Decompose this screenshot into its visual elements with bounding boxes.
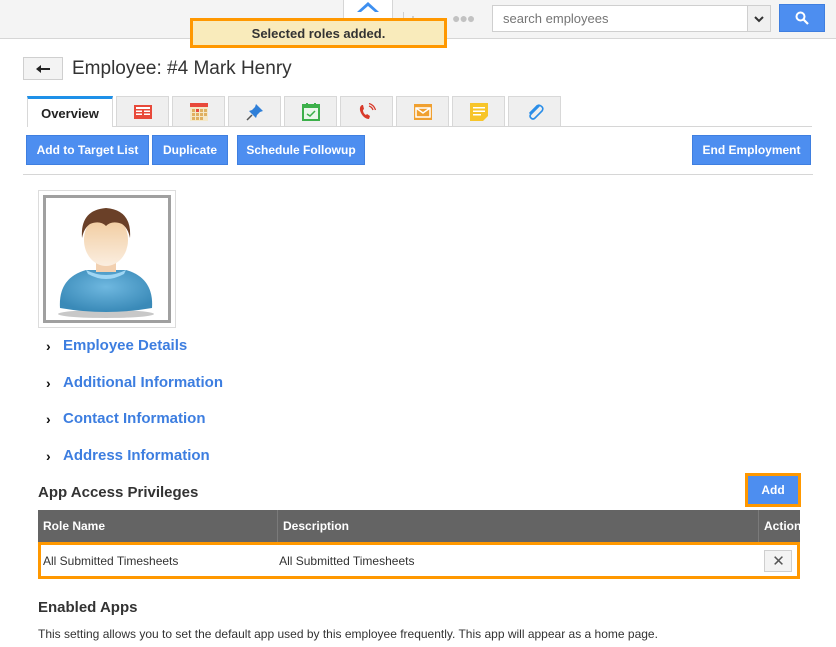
list-icon: [133, 104, 152, 119]
chevron-right-icon: ›: [46, 374, 51, 391]
calendar-icon: [189, 102, 208, 121]
description-cell: All Submitted Timesheets: [279, 553, 415, 568]
duplicate-button[interactable]: Duplicate: [152, 135, 228, 165]
enabled-apps-title: Enabled Apps: [38, 599, 138, 616]
toast-message: Selected roles added.: [251, 25, 386, 41]
more-button[interactable]: ●●●: [452, 10, 475, 26]
section-label: Address Information: [63, 447, 210, 464]
tab-pin[interactable]: [228, 96, 281, 126]
column-header-action: Action: [764, 519, 800, 533]
section-address-information[interactable]: › Address Information: [46, 447, 210, 464]
back-button[interactable]: [23, 57, 63, 80]
tab-bar: Overview: [27, 96, 564, 127]
add-role-label: Add: [761, 483, 785, 497]
add-to-target-list-button[interactable]: Add to Target List: [26, 135, 149, 165]
task-icon: [301, 102, 320, 121]
avatar-icon: [58, 208, 154, 318]
chevron-right-icon: ›: [46, 337, 51, 354]
more-dots-icon: ●●●: [452, 10, 475, 26]
home-icon: [357, 2, 379, 12]
duplicate-label: Duplicate: [162, 143, 217, 157]
tab-phone[interactable]: [340, 96, 393, 126]
remove-role-button[interactable]: ✕: [763, 549, 792, 572]
search-button[interactable]: [779, 4, 825, 32]
add-role-button[interactable]: Add: [748, 476, 798, 504]
tab-task[interactable]: [284, 96, 337, 126]
phone-icon: [359, 102, 376, 119]
app-access-table: Role Name Description Action All Submitt…: [38, 510, 800, 579]
tab-overview[interactable]: Overview: [27, 96, 113, 127]
table-row: All Submitted Timesheets All Submitted T…: [38, 542, 800, 579]
section-label: Additional Information: [63, 374, 223, 391]
end-employment-button[interactable]: End Employment: [692, 135, 811, 165]
section-additional-information[interactable]: › Additional Information: [46, 374, 223, 391]
search-dropdown-button[interactable]: [747, 5, 771, 32]
enabled-apps-description: This setting allows you to set the defau…: [38, 627, 658, 641]
note-icon: [469, 102, 488, 121]
column-header-role-name[interactable]: Role Name: [38, 510, 278, 542]
attachment-icon: [528, 103, 544, 120]
section-label: Employee Details: [63, 337, 188, 354]
schedule-followup-button[interactable]: Schedule Followup: [237, 135, 365, 165]
schedule-followup-label: Schedule Followup: [246, 143, 356, 157]
email-icon: [413, 103, 432, 120]
chevron-right-icon: ›: [46, 410, 51, 427]
role-name-cell: All Submitted Timesheets: [43, 553, 179, 568]
tab-calendar[interactable]: [172, 96, 225, 126]
column-header-description[interactable]: Description: [278, 510, 759, 542]
table-header: Role Name Description Action: [38, 510, 800, 542]
section-contact-information[interactable]: › Contact Information: [46, 410, 206, 427]
add-to-target-list-label: Add to Target List: [36, 143, 139, 157]
chevron-right-icon: ›: [46, 447, 51, 464]
close-icon: ✕: [772, 552, 785, 570]
action-cell: ✕: [756, 545, 797, 576]
toast-notification: Selected roles added.: [190, 18, 447, 48]
tab-attachment[interactable]: [508, 96, 561, 126]
end-employment-label: End Employment: [702, 143, 801, 157]
tab-note[interactable]: [452, 96, 505, 126]
tab-list[interactable]: [116, 96, 169, 126]
tab-overview-label: Overview: [41, 105, 99, 121]
search-icon: [795, 11, 809, 25]
search-input[interactable]: [492, 5, 748, 32]
add-role-button-highlight: Add: [745, 473, 801, 507]
app-access-title: App Access Privileges: [38, 484, 199, 501]
action-divider: [23, 174, 813, 175]
section-employee-details[interactable]: › Employee Details: [46, 337, 187, 354]
employee-photo[interactable]: [38, 190, 176, 328]
chevron-down-icon: [754, 15, 764, 22]
section-label: Contact Information: [63, 410, 206, 427]
page-title: Employee: #4 Mark Henry: [72, 58, 292, 79]
back-arrow-icon: [36, 64, 50, 73]
pin-icon: [245, 103, 263, 121]
tab-email[interactable]: [396, 96, 449, 126]
